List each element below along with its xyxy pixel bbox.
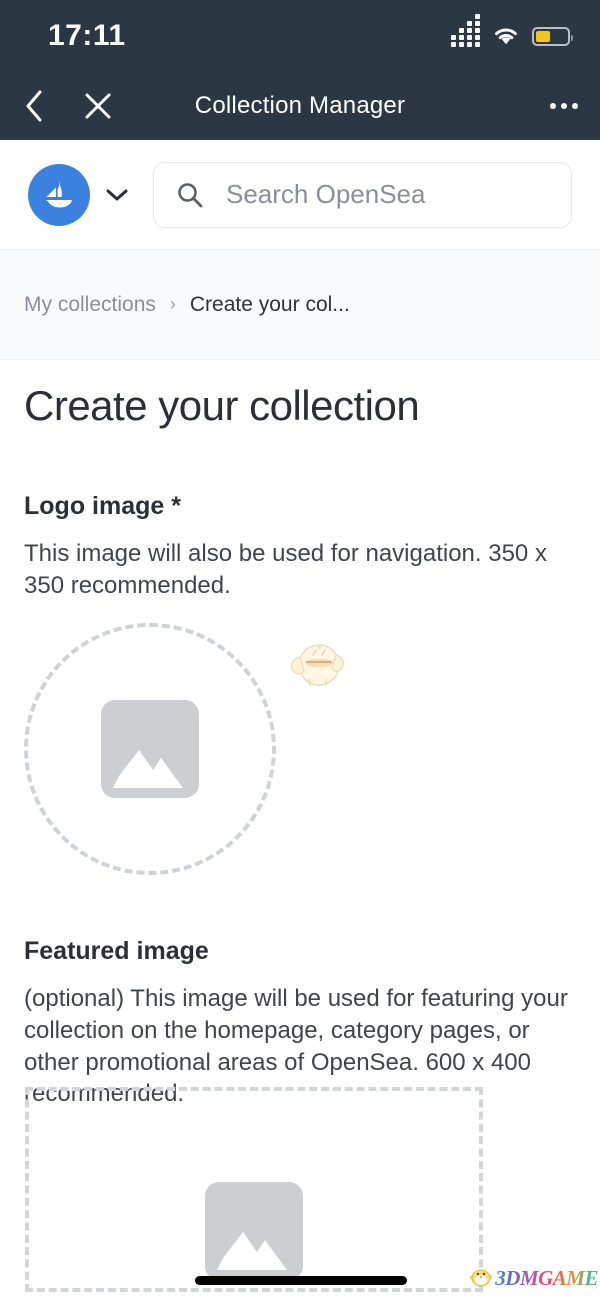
status-bar-clock: 17:11 bbox=[48, 19, 126, 52]
app-nav-bar: Collection Manager bbox=[0, 72, 600, 140]
home-indicator-bar bbox=[195, 1276, 407, 1285]
watermark-text: 3DMGAME bbox=[495, 1266, 598, 1290]
more-horizontal-icon bbox=[550, 103, 556, 109]
breadcrumb-item-current: Create your col... bbox=[189, 292, 350, 316]
featured-image-section-title: Featured image bbox=[24, 937, 209, 966]
image-placeholder-icon bbox=[101, 700, 199, 799]
more-horizontal-icon bbox=[561, 103, 567, 109]
account-dropdown-button[interactable] bbox=[104, 182, 130, 208]
watermark: 3DMGAME bbox=[469, 1265, 598, 1292]
more-options-button[interactable] bbox=[542, 84, 586, 128]
main-content: Create your collection Logo image * This… bbox=[0, 360, 600, 1110]
image-placeholder-icon bbox=[205, 1182, 303, 1280]
logo-image-section-title: Logo image * bbox=[24, 492, 181, 520]
logo-image-dropzone[interactable] bbox=[24, 623, 276, 876]
battery-low-power-icon bbox=[532, 26, 573, 46]
more-horizontal-icon bbox=[572, 103, 578, 109]
breadcrumb-separator-icon: › bbox=[169, 294, 176, 314]
logo-image-section-description: This image will also be used for navigat… bbox=[24, 540, 547, 599]
collection-page-heading: Create your collection bbox=[24, 382, 420, 429]
phone-screen: 17:11 Collection Manager Search OpenSea … bbox=[0, 0, 600, 1298]
page-title: Collection Manager bbox=[194, 92, 406, 119]
search-placeholder: Search OpenSea bbox=[226, 179, 426, 209]
featured-image-dropzone[interactable] bbox=[25, 1087, 483, 1292]
search-input[interactable]: Search OpenSea bbox=[153, 161, 572, 228]
chick-mascot-icon bbox=[469, 1265, 493, 1292]
wifi-icon bbox=[493, 26, 519, 46]
status-bar: 17:11 bbox=[0, 0, 600, 72]
bird-mascot-cursor-icon bbox=[286, 637, 348, 693]
search-icon bbox=[176, 181, 204, 209]
opensea-sailboat-logo-icon[interactable] bbox=[28, 163, 90, 226]
signal-bars-icon bbox=[451, 14, 480, 47]
breadcrumb: My collections › Create your col... bbox=[0, 250, 600, 360]
logo-image-dropzone-wrapper bbox=[24, 623, 344, 876]
chevron-down-icon bbox=[106, 189, 128, 200]
breadcrumb-item-my-collections[interactable]: My collections bbox=[24, 293, 156, 317]
site-header: Search OpenSea bbox=[0, 140, 600, 250]
status-bar-indicators bbox=[451, 14, 573, 47]
